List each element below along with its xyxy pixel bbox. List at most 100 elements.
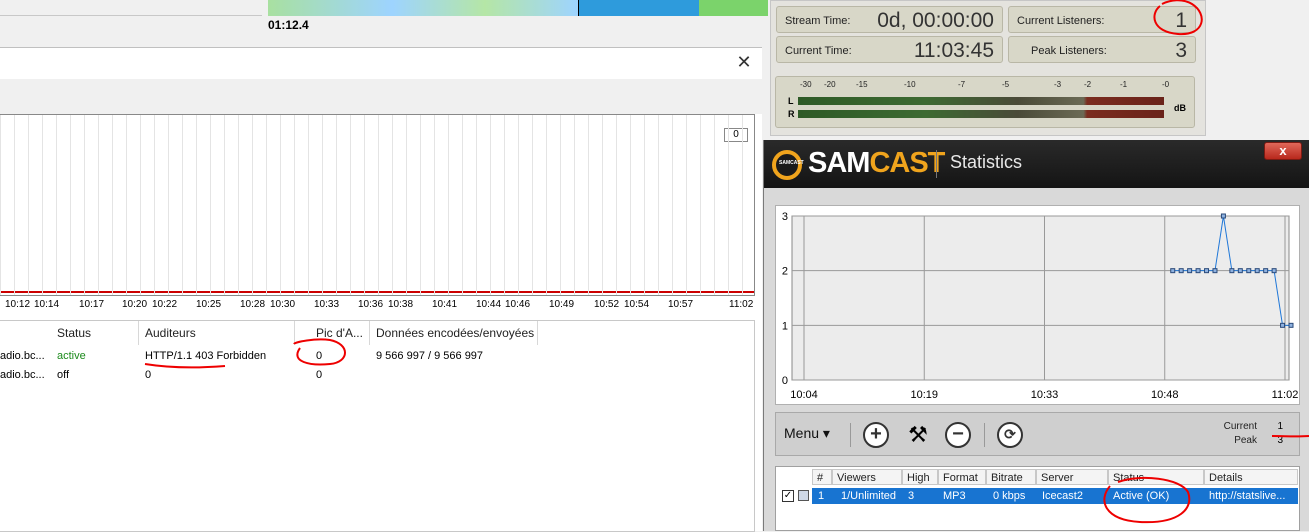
x-tick-label: 10:44 <box>476 299 501 310</box>
row-2-name[interactable]: adio.bc... <box>0 366 45 384</box>
row-1-status: active <box>57 347 86 365</box>
column-header-data[interactable]: Données encodées/envoyées <box>370 321 538 345</box>
col-header-server[interactable]: Server <box>1036 469 1108 485</box>
graph-gridline <box>378 115 379 295</box>
x-tick-label: 10:22 <box>152 299 177 310</box>
graph-gridline <box>490 115 491 295</box>
vu-scale-tick: -10 <box>904 80 916 89</box>
server-icon <box>798 490 809 501</box>
data-point <box>1247 269 1251 273</box>
graph-gridline <box>252 115 253 295</box>
graph-gridline <box>462 115 463 295</box>
x-tick-label: 10:48 <box>1151 389 1179 401</box>
graph-gridline <box>658 115 659 295</box>
window-titlebar: ✕ <box>0 48 762 79</box>
graph-gridline <box>238 115 239 295</box>
close-button[interactable]: x <box>1264 142 1302 160</box>
menu-button[interactable]: Menu ▾ <box>784 425 830 442</box>
x-tick-label: 10:20 <box>122 299 147 310</box>
row-2-status: off <box>57 366 69 384</box>
x-tick-label: 10:41 <box>432 299 457 310</box>
x-tick-label: 10:30 <box>270 299 295 310</box>
y-tick-label: 1 <box>782 320 788 332</box>
col-header-format[interactable]: Format <box>938 469 986 485</box>
add-icon[interactable]: + <box>863 422 889 448</box>
peak-listeners-box: Peak Listeners: 3 <box>1008 36 1196 63</box>
row-1-name[interactable]: adio.bc... <box>0 347 45 365</box>
samcast-logo: SAMCAST <box>808 147 944 180</box>
x-tick-label: 10:36 <box>358 299 383 310</box>
refresh-icon[interactable]: ⟳ <box>997 422 1023 448</box>
graph-gridline <box>336 115 337 295</box>
samcast-logo-small: SAMCAST <box>779 160 804 166</box>
x-tick-label: 10:49 <box>549 299 574 310</box>
graph-gridline <box>532 115 533 295</box>
col-header-high[interactable]: High <box>902 469 938 485</box>
toolbar-strip <box>0 0 262 16</box>
column-header-listeners[interactable]: Auditeurs <box>139 321 295 345</box>
graph-gridline <box>28 115 29 295</box>
close-icon[interactable]: ✕ <box>734 52 754 72</box>
data-point <box>1255 269 1259 273</box>
data-point <box>1179 269 1183 273</box>
col-header-num[interactable]: # <box>812 469 832 485</box>
x-tick-label: 10:54 <box>624 299 649 310</box>
graph-gridline <box>140 115 141 295</box>
graph-gridline <box>616 115 617 295</box>
graph-gridline <box>560 115 561 295</box>
graph-gridline <box>504 115 505 295</box>
vu-scale-tick: -30 <box>800 80 812 89</box>
column-header-status[interactable]: Status <box>51 321 139 345</box>
x-tick-label: 10:38 <box>388 299 413 310</box>
audio-waveform[interactable] <box>268 0 768 16</box>
col-header-details[interactable]: Details <box>1204 469 1298 485</box>
x-tick-label: 10:14 <box>34 299 59 310</box>
samcast-logo-icon: SAMCAST <box>772 150 802 180</box>
data-point <box>1221 214 1225 218</box>
graph-gridline <box>518 115 519 295</box>
graph-gridline <box>392 115 393 295</box>
vu-scale-tick: -5 <box>1002 80 1009 89</box>
current-listeners-box: Current Listeners: 1 <box>1008 6 1196 33</box>
window-title: Statistics <box>950 152 1022 173</box>
graph-gridline <box>434 115 435 295</box>
x-tick-label: 10:52 <box>594 299 619 310</box>
x-tick-label: 10:57 <box>668 299 693 310</box>
graph-gridline <box>14 115 15 295</box>
col-header-viewers[interactable]: Viewers <box>832 469 902 485</box>
graph-gridline <box>98 115 99 295</box>
graph-gridline <box>546 115 547 295</box>
row-2-listeners: 0 <box>145 366 151 384</box>
x-tick-label: 10:33 <box>1031 389 1059 401</box>
toolbar-separator <box>850 423 851 447</box>
column-header-peak[interactable]: Pic d'A... <box>310 321 370 345</box>
graph-gridline <box>350 115 351 295</box>
tools-icon[interactable]: ⚒ <box>904 421 932 449</box>
graph-gridline <box>126 115 127 295</box>
graph-gridline <box>588 115 589 295</box>
graph-gridline <box>686 115 687 295</box>
encoder-info-panel: Stream Time: 0d, 00:00:00 Current Listen… <box>770 0 1206 136</box>
remove-icon[interactable]: − <box>945 422 971 448</box>
x-tick-label: 10:25 <box>196 299 221 310</box>
server-row-server: Icecast2 <box>1042 488 1083 504</box>
col-header-status[interactable]: Status <box>1108 469 1204 485</box>
graph-gridline <box>630 115 631 295</box>
graph-gridline <box>70 115 71 295</box>
x-tick-label: 10:33 <box>314 299 339 310</box>
vu-left-bar <box>798 97 1164 105</box>
row-1-listeners: HTTP/1.1 403 Forbidden <box>145 347 266 365</box>
graph-gridline <box>448 115 449 295</box>
logo-cast: CAST <box>869 147 944 179</box>
row-1-data: 9 566 997 / 9 566 997 <box>376 347 483 365</box>
server-checkbox[interactable]: ✓ <box>782 490 794 502</box>
col-header-bitrate[interactable]: Bitrate <box>986 469 1036 485</box>
server-row-details[interactable]: http://statslive... <box>1209 488 1285 504</box>
server-row-format: MP3 <box>943 488 966 504</box>
streams-table: Status Auditeurs Pic d'A... Données enco… <box>0 320 755 532</box>
data-point <box>1238 269 1242 273</box>
current-time-value: 11:03:45 <box>914 39 994 63</box>
vu-scale-tick: -15 <box>856 80 868 89</box>
graph-gridline <box>266 115 267 295</box>
y-tick-label: 2 <box>782 266 788 278</box>
